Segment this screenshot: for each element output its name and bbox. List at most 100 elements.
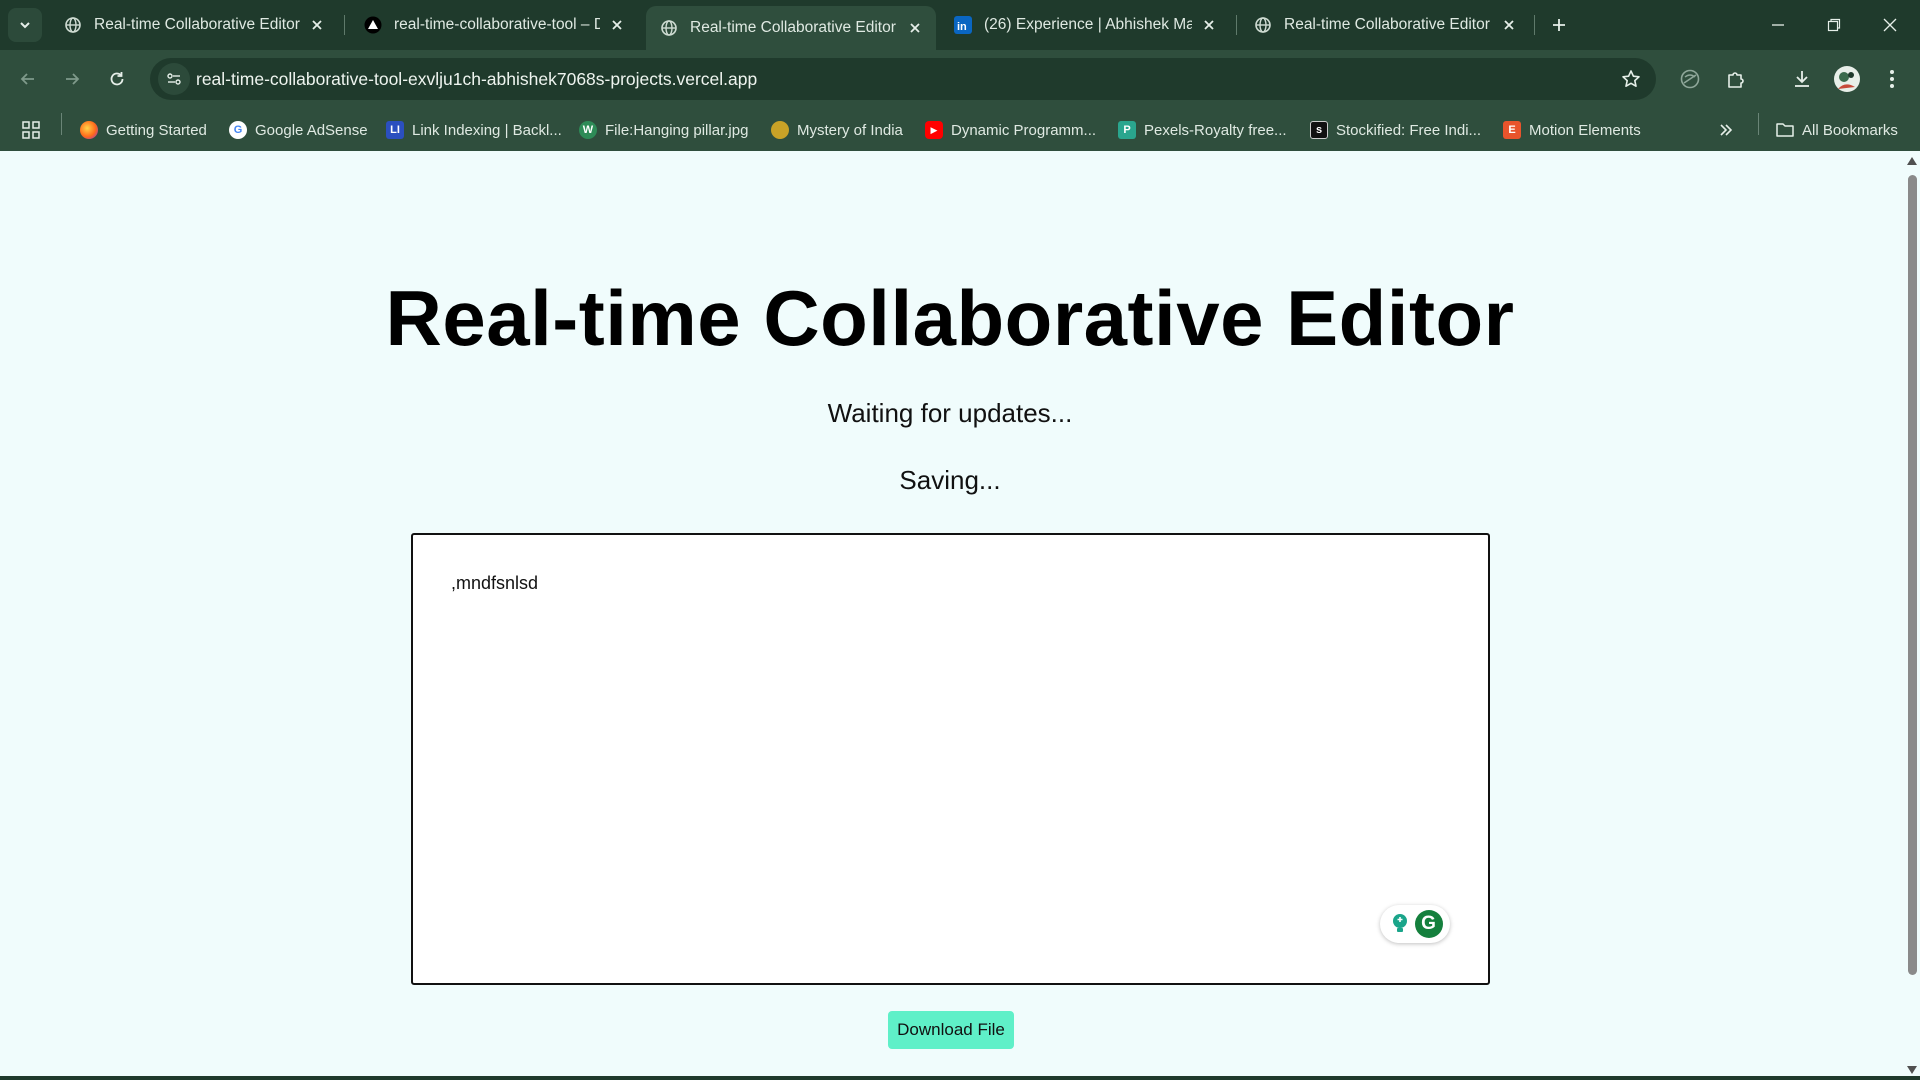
bookmark-label: Getting Started (106, 121, 207, 139)
wikimedia-icon: W (579, 121, 597, 139)
page-title: Real-time Collaborative Editor (385, 274, 1515, 362)
bookmark-dynamic-programming[interactable]: ▶ Dynamic Programm... (925, 119, 1096, 141)
bookmark-stockified[interactable]: s Stockified: Free Indi... (1310, 119, 1481, 141)
bookmark-label: Dynamic Programm... (951, 121, 1097, 139)
download-file-button[interactable]: Download File (888, 1011, 1014, 1049)
update-status-text: Waiting for updates... (827, 398, 1073, 428)
close-icon[interactable] (308, 16, 326, 34)
downloads-button[interactable] (1784, 61, 1820, 97)
bookmark-label: Pexels-Royalty free... (1144, 121, 1287, 139)
tab-separator (1534, 15, 1535, 35)
arrow-left-icon (20, 73, 34, 85)
plus-icon (1553, 19, 1565, 31)
all-bookmarks-button[interactable]: All Bookmarks (1776, 119, 1898, 141)
extensions-button[interactable] (1718, 61, 1754, 97)
scroll-thumb[interactable] (1908, 175, 1917, 975)
close-icon[interactable] (1500, 16, 1518, 34)
tab-1[interactable]: Real-time Collaborative Editor (50, 6, 338, 44)
url-text: real-time-collaborative-tool-exvlju1ch-a… (196, 69, 758, 89)
all-bookmarks-label: All Bookmarks (1802, 121, 1898, 139)
bookmark-star-icon[interactable] (1620, 68, 1642, 90)
site-info-icon[interactable] (158, 63, 190, 95)
profile-avatar[interactable] (1829, 61, 1865, 97)
tab-strip: Real-time Collaborative Editor real-time… (0, 0, 1920, 50)
youtube-icon: ▶ (925, 121, 943, 139)
apps-button[interactable] (22, 119, 40, 141)
tab-title: Real-time Collaborative Editor (690, 19, 896, 36)
save-status-text: Saving... (899, 465, 1001, 495)
close-icon[interactable] (608, 16, 626, 34)
address-bar[interactable]: real-time-collaborative-tool-exvlju1ch-a… (150, 58, 1656, 100)
globe-icon (660, 19, 678, 37)
minimize-button[interactable] (1750, 0, 1806, 50)
folder-icon (1776, 121, 1794, 139)
close-icon[interactable] (1200, 16, 1218, 34)
close-icon[interactable] (906, 19, 924, 37)
bookmark-label: Stockified: Free Indi... (1336, 121, 1482, 139)
bookmark-motion-elements[interactable]: E Motion Elements (1503, 119, 1641, 141)
reload-button[interactable] (99, 61, 135, 97)
tab-2[interactable]: real-time-collaborative-tool – D (350, 6, 638, 44)
shield-off-icon (1680, 69, 1700, 89)
grammarly-widget[interactable]: G (1380, 905, 1450, 943)
link-indexing-icon: LI (386, 121, 404, 139)
bookmark-pexels[interactable]: P Pexels-Royalty free... (1118, 119, 1287, 141)
bookmark-hanging-pillar[interactable]: W File:Hanging pillar.jpg (579, 119, 748, 141)
page-scrollbar[interactable] (1904, 151, 1920, 1080)
browser-toolbar: real-time-collaborative-tool-exvlju1ch-a… (0, 50, 1920, 108)
editor-textarea[interactable]: ,mndfsnlsd G (411, 533, 1490, 985)
editor-content: ,mndfsnlsd (451, 573, 539, 593)
bookmark-google-adsense[interactable]: G Google AdSense (229, 119, 368, 141)
scroll-up-arrow-icon[interactable] (1907, 157, 1917, 165)
puzzle-icon (1728, 72, 1744, 88)
new-tab-button[interactable] (1545, 11, 1573, 39)
double-chevron-right-icon (1720, 124, 1733, 136)
bookmark-label: Google AdSense (255, 121, 368, 139)
tab-separator (344, 15, 345, 35)
tab-search-button[interactable] (8, 8, 42, 42)
globe-icon (1254, 16, 1272, 34)
lightbulb-icon[interactable] (1388, 912, 1412, 936)
arrow-right-icon (66, 73, 80, 85)
bookmark-label: Link Indexing | Backl... (412, 121, 562, 139)
bookmark-getting-started[interactable]: Getting Started (80, 119, 207, 141)
vpn-extension-button[interactable] (1672, 61, 1708, 97)
scroll-down-arrow-icon[interactable] (1907, 1066, 1917, 1074)
bookmark-label: Mystery of India (797, 121, 903, 139)
pexels-icon: P (1118, 121, 1136, 139)
vercel-icon (364, 16, 382, 34)
bookmark-link-indexing[interactable]: LI Link Indexing | Backl... (386, 119, 562, 141)
avatar-icon (1834, 66, 1860, 92)
bookmarks-divider (1758, 113, 1759, 135)
tab-separator (1236, 15, 1237, 35)
tab-3-active[interactable]: Real-time Collaborative Editor (646, 6, 936, 50)
motion-elements-icon: E (1503, 121, 1521, 139)
tab-title: real-time-collaborative-tool – D (394, 16, 600, 33)
restore-icon (1827, 18, 1841, 32)
tab-4[interactable]: in (26) Experience | Abhishek Mau (940, 6, 1230, 44)
grammarly-logo-icon[interactable]: G (1414, 910, 1443, 938)
tab-title: Real-time Collaborative Editor (94, 16, 300, 33)
bookmark-mystery-of-india[interactable]: Mystery of India (771, 119, 903, 141)
window-close-button[interactable] (1862, 0, 1918, 50)
reload-icon (110, 72, 124, 86)
download-icon (1795, 71, 1809, 87)
page-viewport: Real-time Collaborative Editor Waiting f… (0, 151, 1920, 1080)
restore-button[interactable] (1806, 0, 1862, 50)
firefox-icon (80, 121, 98, 139)
more-bookmarks-button[interactable] (1718, 119, 1734, 141)
tab-5[interactable]: Real-time Collaborative Editor (1240, 6, 1530, 44)
apps-grid-icon (22, 121, 40, 139)
globe-icon (64, 16, 82, 34)
linkedin-icon: in (954, 16, 972, 34)
close-icon (1883, 18, 1897, 32)
mystery-icon (771, 121, 789, 139)
stockified-icon: s (1310, 121, 1328, 139)
back-button[interactable] (10, 61, 46, 97)
menu-button[interactable] (1874, 61, 1910, 97)
forward-button[interactable] (54, 61, 90, 97)
tab-title: Real-time Collaborative Editor (1284, 16, 1490, 33)
tab-title: (26) Experience | Abhishek Mau (984, 16, 1192, 33)
window-bottom-edge (0, 1076, 1920, 1080)
bookmarks-divider (61, 113, 62, 135)
